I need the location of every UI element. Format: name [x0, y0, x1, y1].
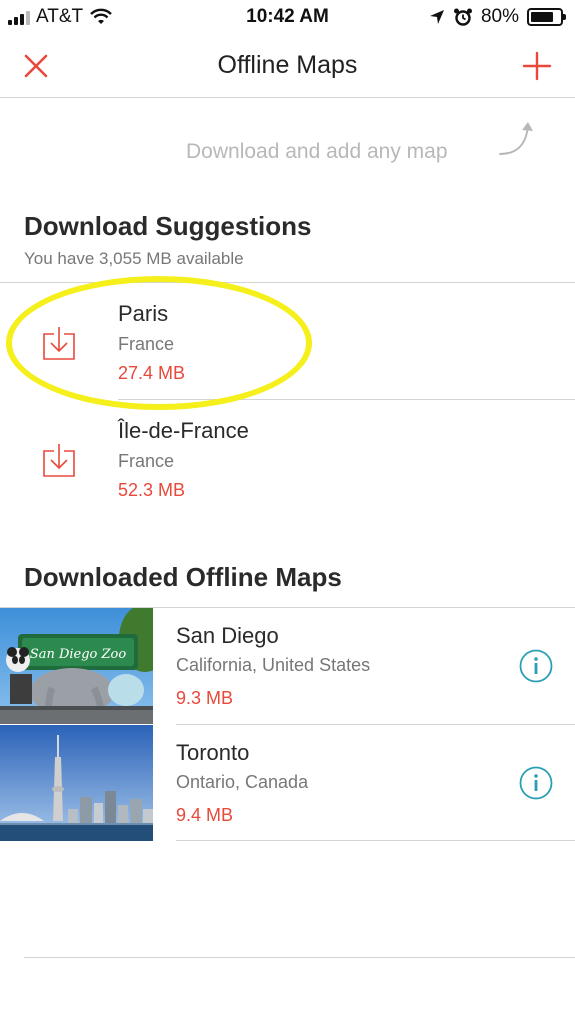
- battery-percentage: 80%: [480, 6, 519, 27]
- add-map-hint: Download and add any map: [186, 140, 448, 163]
- page-title: Offline Maps: [217, 51, 358, 79]
- download-icon[interactable]: [42, 442, 76, 478]
- san-diego-zoo-thumbnail: San Diego Zoo: [0, 608, 153, 724]
- battery-fill: [531, 12, 554, 22]
- battery-icon: [527, 8, 566, 26]
- alarm-icon: [453, 8, 472, 26]
- downloaded-item-toronto[interactable]: Toronto Ontario, Canada 9.4 MB: [0, 725, 575, 841]
- svg-text:San Diego Zoo: San Diego Zoo: [30, 647, 127, 662]
- downloaded-item-san-diego[interactable]: San Diego Zoo San Diego California, Unit…: [0, 608, 575, 724]
- status-bar: AT&T 10:42 AM 80%: [0, 0, 575, 34]
- map-size: 9.4 MB: [176, 805, 234, 825]
- location-arrow-icon: [429, 10, 444, 24]
- divider: [176, 840, 575, 841]
- highlight-ellipse: [6, 276, 312, 410]
- info-icon[interactable]: [519, 649, 553, 683]
- map-region: Ontario, Canada: [176, 772, 309, 792]
- map-size: 9.3 MB: [176, 688, 234, 708]
- divider: [24, 957, 575, 958]
- suggestions-title: Download Suggestions: [24, 211, 312, 241]
- map-name: Île-de-France: [118, 418, 249, 443]
- storage-available: You have 3,055 MB available: [24, 249, 244, 268]
- toronto-thumbnail: [0, 725, 153, 841]
- map-region: California, United States: [176, 655, 371, 675]
- map-name: San Diego: [176, 623, 279, 648]
- curved-arrow-icon: [499, 122, 533, 155]
- map-size: 52.3 MB: [118, 480, 186, 500]
- downloaded-title: Downloaded Offline Maps: [24, 562, 342, 592]
- map-region: France: [118, 451, 175, 471]
- plus-icon[interactable]: [521, 50, 553, 82]
- info-icon[interactable]: [519, 766, 553, 800]
- status-right: 80%: [429, 6, 566, 28]
- map-name: Toronto: [176, 740, 250, 765]
- suggestion-item-ile-de-france[interactable]: Île-de-France France 52.3 MB: [0, 400, 575, 517]
- nav-bar: Offline Maps: [0, 34, 575, 98]
